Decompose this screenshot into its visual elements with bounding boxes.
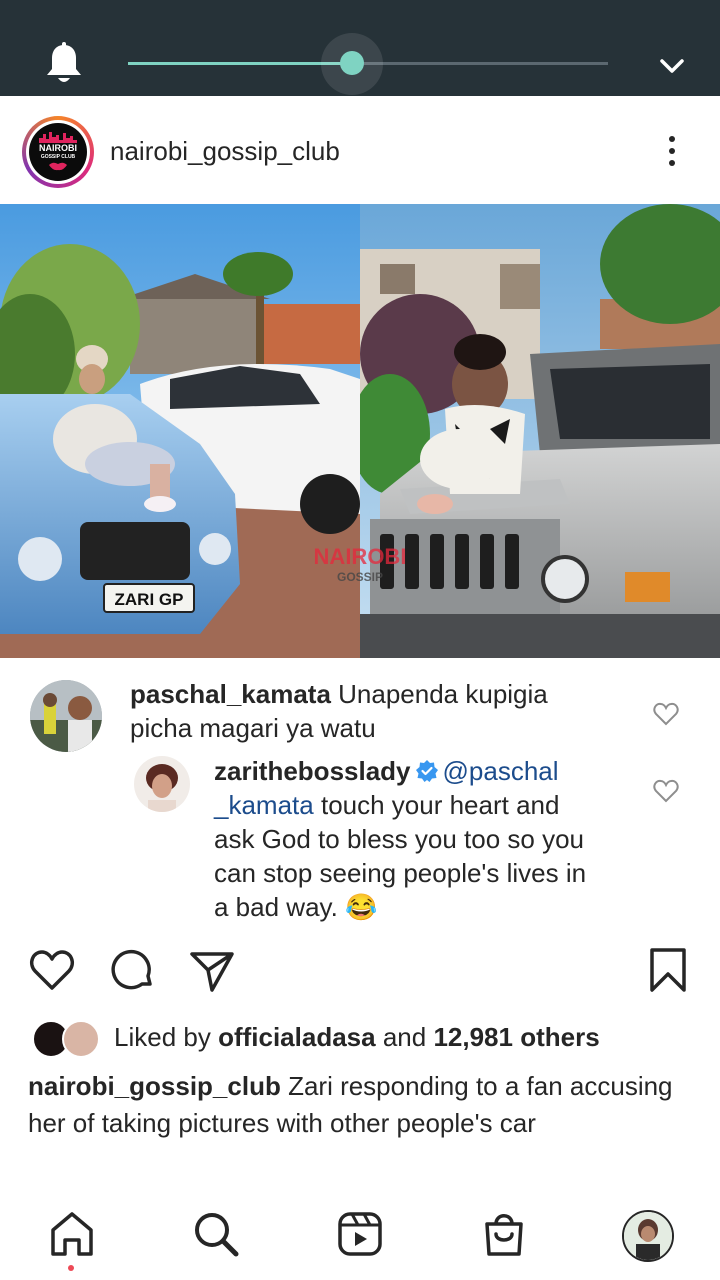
reply-mention-a[interactable]: @paschal bbox=[443, 756, 559, 786]
post-username[interactable]: nairobi_gossip_club bbox=[110, 136, 340, 167]
comment-2-like-icon[interactable] bbox=[653, 779, 679, 803]
profile-avatar[interactable] bbox=[622, 1210, 674, 1262]
chevron-down-icon[interactable] bbox=[656, 52, 688, 80]
reply-text-b: ask God to bless you too so you bbox=[214, 824, 584, 854]
nairobi-gossip-logo: NAIROBI GOSSIP CLUB bbox=[29, 123, 87, 181]
photo-blue-car: ZARI GP bbox=[0, 204, 360, 658]
slider-thumb[interactable] bbox=[339, 51, 364, 75]
lips-icon bbox=[49, 162, 67, 171]
share-send-icon[interactable] bbox=[188, 946, 236, 994]
comment-1-text-line2: picha magari ya watu bbox=[130, 713, 376, 743]
comment-2-username[interactable]: zarithebosslady bbox=[214, 756, 411, 786]
laughing-emoji: 😂 bbox=[345, 892, 378, 922]
likes-connector: and bbox=[382, 1022, 427, 1052]
reply-mention-b[interactable]: _kamata bbox=[214, 790, 314, 820]
comment-1-like-icon[interactable] bbox=[653, 702, 679, 726]
reply-text-c: can stop seeing people's lives in bbox=[214, 858, 587, 888]
likes-prefix: Liked by bbox=[114, 1022, 211, 1052]
bell-icon[interactable] bbox=[44, 42, 84, 86]
likes-summary[interactable]: Liked by officialadasa and 12,981 others bbox=[114, 1022, 600, 1053]
post-caption: nairobi_gossip_club Zari responding to a… bbox=[28, 1068, 688, 1142]
liker-avatar-2 bbox=[62, 1020, 100, 1058]
commenter-avatar bbox=[30, 680, 102, 752]
caption-username[interactable]: nairobi_gossip_club bbox=[28, 1071, 281, 1101]
media-control-bar bbox=[0, 0, 720, 96]
slider-fill bbox=[128, 62, 352, 65]
likes-user[interactable]: officialadasa bbox=[218, 1022, 376, 1052]
reply-avatar bbox=[134, 756, 190, 812]
verified-badge-icon bbox=[415, 760, 438, 782]
comment-bubble-icon[interactable] bbox=[108, 946, 156, 994]
home-notification-dot bbox=[68, 1265, 74, 1271]
reels-icon[interactable] bbox=[336, 1210, 384, 1258]
search-icon[interactable] bbox=[192, 1210, 240, 1258]
license-plate-text: ZARI GP bbox=[115, 590, 184, 609]
like-heart-icon[interactable] bbox=[28, 946, 76, 994]
shop-icon[interactable] bbox=[480, 1210, 528, 1258]
volume-slider[interactable] bbox=[128, 33, 608, 95]
skyline-icon bbox=[39, 132, 77, 143]
comment-2: zarithebosslady @paschal _kamata touch yo… bbox=[214, 754, 634, 924]
bookmark-save-icon[interactable] bbox=[644, 946, 692, 994]
comment-1-username[interactable]: paschal_kamata bbox=[130, 679, 331, 709]
logo-line2: GOSSIP CLUB bbox=[40, 154, 76, 160]
home-icon[interactable] bbox=[48, 1210, 96, 1258]
logo-line1: NAIROBI bbox=[39, 143, 77, 153]
account-avatar[interactable]: NAIROBI GOSSIP CLUB bbox=[22, 116, 94, 188]
post-header: NAIROBI GOSSIP CLUB nairobi_gossip_club bbox=[0, 96, 720, 204]
likes-count[interactable]: 12,981 others bbox=[433, 1022, 599, 1052]
comment-1: paschal_kamata Unapenda kupigia picha ma… bbox=[130, 677, 630, 745]
more-options-icon[interactable] bbox=[662, 132, 682, 168]
reply-text-a: touch your heart and bbox=[320, 790, 560, 820]
photo-silver-suv bbox=[360, 204, 720, 658]
comment-1-text-line1: Unapenda kupigia bbox=[338, 679, 548, 709]
post-image[interactable]: ZARI GP NAIROBI GOSSIP bbox=[0, 204, 720, 658]
reply-text-d: a bad way. bbox=[214, 892, 338, 922]
watermark: NAIROBI GOSSIP bbox=[313, 544, 407, 584]
